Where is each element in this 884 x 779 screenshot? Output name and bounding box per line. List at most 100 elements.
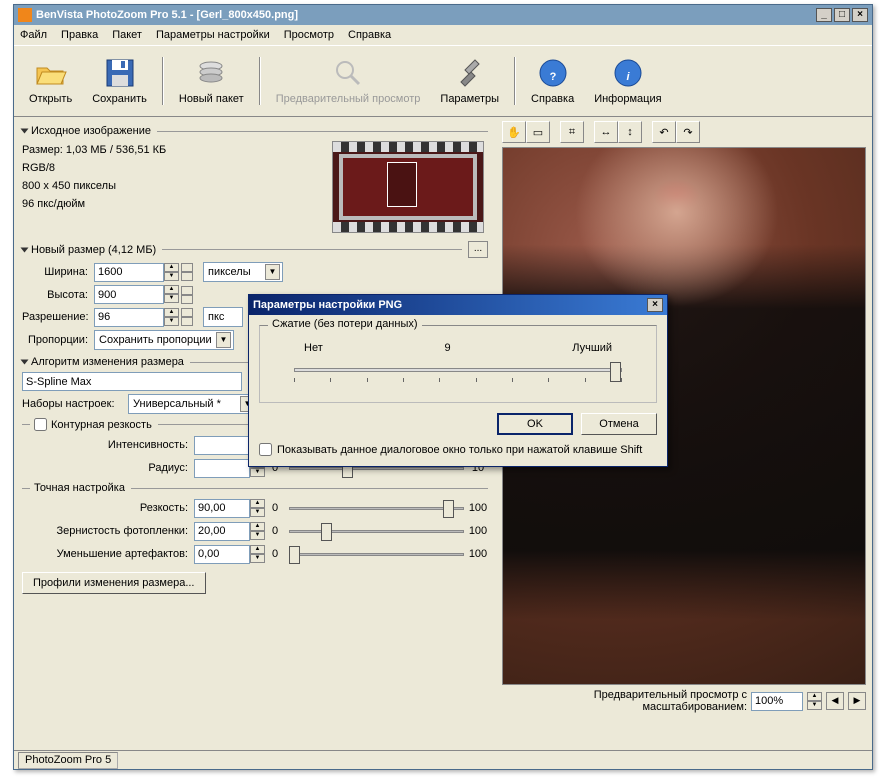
flip-v-button[interactable]: ↕ xyxy=(618,121,642,143)
dialog-close-button[interactable]: × xyxy=(647,298,663,312)
res-unit-combo[interactable]: пкс xyxy=(203,307,243,327)
src-dpi: 96 пкс/дюйм xyxy=(22,195,332,213)
thumbnail[interactable] xyxy=(332,141,484,233)
spin-down-icon[interactable]: ▼ xyxy=(164,317,179,326)
maximize-button[interactable]: □ xyxy=(834,8,850,22)
spin-up-icon[interactable]: ▲ xyxy=(807,692,822,701)
source-info: Размер: 1,03 МБ / 536,51 КБ RGB/8 800 x … xyxy=(22,141,488,233)
newsize-more-button[interactable]: ... xyxy=(468,241,488,258)
params-button[interactable]: Параметры xyxy=(431,51,508,111)
sharp-field[interactable] xyxy=(194,499,250,518)
slider-thumb[interactable] xyxy=(289,546,300,564)
spin-down-icon[interactable]: ▼ xyxy=(164,294,179,303)
dialog-body: Сжатие (без потери данных) Нет 9 Лучший … xyxy=(249,315,667,466)
compression-slider[interactable] xyxy=(294,360,622,386)
spin-up-icon[interactable]: ▲ xyxy=(250,499,265,508)
cancel-button[interactable]: Отмена xyxy=(581,413,657,435)
resolution-field[interactable] xyxy=(94,308,164,327)
rotate-cw-button[interactable]: ↷ xyxy=(676,121,700,143)
spin-down-icon[interactable]: ▼ xyxy=(807,701,822,710)
batch-button[interactable]: Новый пакет xyxy=(170,51,253,111)
hand-tool-button[interactable]: ✋ xyxy=(502,121,526,143)
resolution-label: Разрешение: xyxy=(22,311,88,323)
height-input[interactable]: ▲▼ xyxy=(94,285,179,304)
width-field[interactable] xyxy=(94,263,164,282)
shift-option: Показывать данное диалоговое окно только… xyxy=(259,443,657,456)
grain-field[interactable] xyxy=(194,522,250,541)
thumbnail-selection[interactable] xyxy=(387,162,417,207)
link-up-icon[interactable] xyxy=(181,263,193,272)
svg-text:?: ? xyxy=(549,71,556,83)
spin-up-icon[interactable]: ▲ xyxy=(164,263,179,272)
batch-label: Новый пакет xyxy=(179,93,244,105)
marquee-icon: ▭ xyxy=(533,126,543,139)
artifact-slider[interactable] xyxy=(289,544,464,564)
grain-input[interactable]: ▲▼ xyxy=(194,522,265,541)
menu-file[interactable]: Файл xyxy=(20,29,47,41)
spin-down-icon[interactable]: ▼ xyxy=(250,508,265,517)
chevron-down-icon: ▼ xyxy=(216,332,231,348)
grain-slider[interactable] xyxy=(289,521,464,541)
artifact-field[interactable] xyxy=(194,545,250,564)
resolution-input[interactable]: ▲▼ xyxy=(94,308,179,327)
menu-batch[interactable]: Пакет xyxy=(112,29,142,41)
link-down-icon[interactable] xyxy=(181,272,193,281)
open-button[interactable]: Открыть xyxy=(20,51,81,111)
sharp-max: 100 xyxy=(468,502,488,514)
preview-toolbar: ✋ ▭ ⌗ ↔ ↕ ↶ ↷ xyxy=(502,121,866,143)
slider-thumb[interactable] xyxy=(610,362,621,382)
menu-edit[interactable]: Правка xyxy=(61,29,98,41)
spin-down-icon[interactable]: ▼ xyxy=(250,468,265,477)
help-button[interactable]: ? Справка xyxy=(522,51,583,111)
profiles-button[interactable]: Профили изменения размера... xyxy=(22,572,206,594)
collapse-icon[interactable] xyxy=(21,360,29,365)
zoom-next-button[interactable]: ▶ xyxy=(848,692,866,710)
menu-help[interactable]: Справка xyxy=(348,29,391,41)
spin-up-icon[interactable]: ▲ xyxy=(164,285,179,294)
grain-max: 100 xyxy=(468,525,488,537)
collapse-icon[interactable] xyxy=(21,247,29,252)
collapse-icon[interactable] xyxy=(21,129,29,134)
flip-h-button[interactable]: ↔ xyxy=(594,121,618,143)
menu-view[interactable]: Просмотр xyxy=(284,29,334,41)
spin-up-icon[interactable]: ▲ xyxy=(250,545,265,554)
sharp-slider[interactable] xyxy=(289,498,464,518)
spin-down-icon[interactable]: ▼ xyxy=(164,272,179,281)
minimize-button[interactable]: _ xyxy=(816,8,832,22)
spin-up-icon[interactable]: ▲ xyxy=(164,308,179,317)
spin-up-icon[interactable]: ▲ xyxy=(250,522,265,531)
width-input[interactable]: ▲▼ xyxy=(94,263,179,282)
compression-none: Нет xyxy=(304,342,323,354)
height-field[interactable] xyxy=(94,285,164,304)
zoom-field[interactable] xyxy=(751,692,803,711)
proportions-combo[interactable]: Сохранить пропорции▼ xyxy=(94,330,234,350)
crop-tool-button[interactable]: ⌗ xyxy=(560,121,584,143)
slider-thumb[interactable] xyxy=(321,523,332,541)
spin-down-icon[interactable]: ▼ xyxy=(250,554,265,563)
shift-checkbox[interactable] xyxy=(259,443,272,456)
link-up-icon[interactable] xyxy=(181,308,193,317)
link-up-icon[interactable] xyxy=(181,286,193,295)
rotate-ccw-button[interactable]: ↶ xyxy=(652,121,676,143)
artifact-input[interactable]: ▲▼ xyxy=(194,545,265,564)
menu-settings[interactable]: Параметры настройки xyxy=(156,29,270,41)
method-field[interactable] xyxy=(22,372,242,391)
preview-button[interactable]: Предварительный просмотр xyxy=(267,51,430,111)
unit-combo[interactable]: пикселы▼ xyxy=(203,262,283,282)
link-down-icon[interactable] xyxy=(181,295,193,304)
folder-open-icon xyxy=(35,57,67,89)
contour-checkbox[interactable] xyxy=(34,418,47,431)
sharp-input[interactable]: ▲▼ xyxy=(194,499,265,518)
zoom-prev-button[interactable]: ◀ xyxy=(826,692,844,710)
status-text: PhotoZoom Pro 5 xyxy=(18,752,118,769)
marquee-tool-button[interactable]: ▭ xyxy=(526,121,550,143)
presets-combo[interactable]: Универсальный *▼ xyxy=(128,394,258,414)
save-button[interactable]: Сохранить xyxy=(83,51,156,111)
info-button[interactable]: i Информация xyxy=(585,51,670,111)
ok-button[interactable]: OK xyxy=(497,413,573,435)
link-down-icon[interactable] xyxy=(181,317,193,326)
close-button[interactable]: × xyxy=(852,8,868,22)
slider-thumb[interactable] xyxy=(443,500,454,518)
spin-down-icon[interactable]: ▼ xyxy=(250,531,265,540)
sharp-min: 0 xyxy=(265,502,285,514)
